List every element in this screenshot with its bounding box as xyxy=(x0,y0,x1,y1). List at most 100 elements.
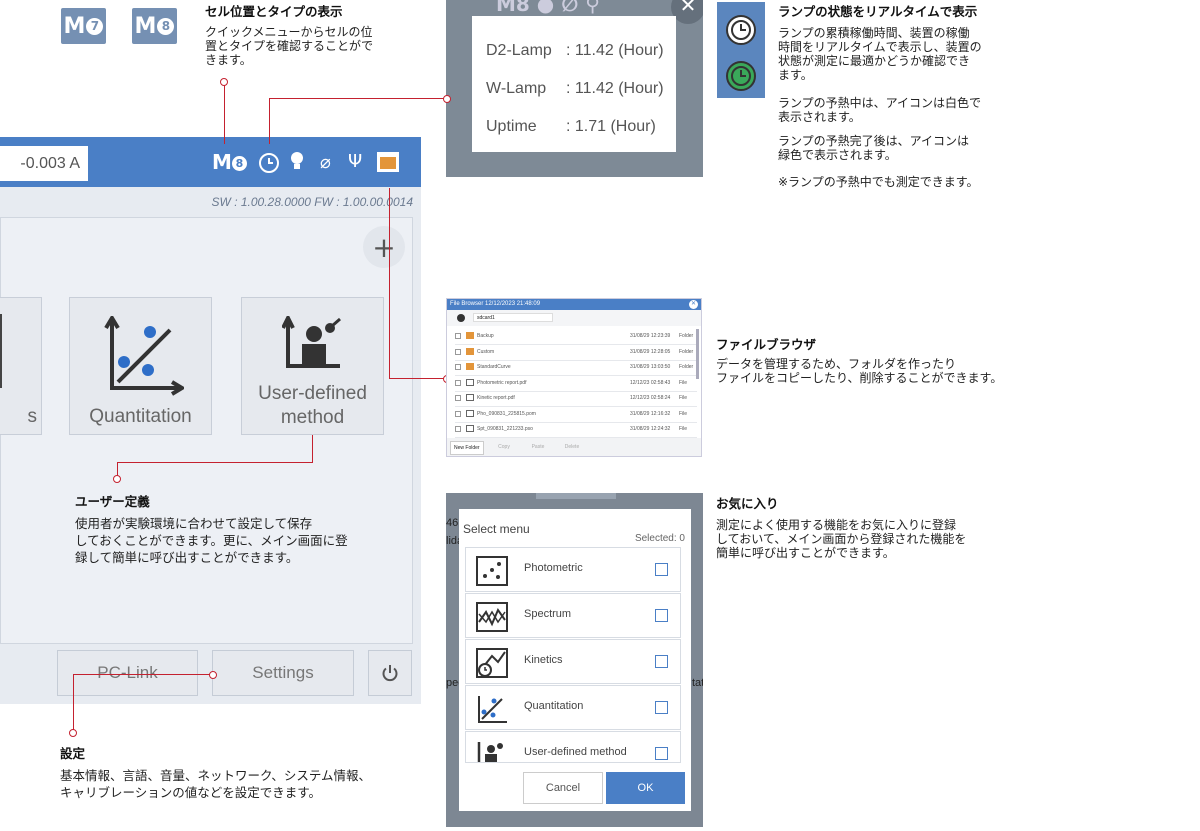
file-row[interactable]: Spt_090831_221233.pso 31/08/29 12:24:32 Fi… xyxy=(455,422,697,438)
favorite-item-kinetics[interactable]: Kinetics xyxy=(465,639,681,684)
file-name: Custom xyxy=(477,348,495,355)
file-type: File xyxy=(679,379,688,386)
file-row[interactable]: Custom 31/08/29 12:28:05 Folder xyxy=(455,345,697,361)
file-type: Folder xyxy=(679,333,694,339)
user-section-desc: 使用者が実験環境に合わせて設定して保存 しておくことができます。更に、メイン画面… xyxy=(75,516,348,565)
bg-tab xyxy=(536,493,616,499)
file-date: 12/12/23 02:58:24 xyxy=(630,395,671,401)
favorite-item-user-defined[interactable]: User-defined method xyxy=(465,731,681,763)
power-button[interactable] xyxy=(368,650,412,696)
lamp-clock-icon[interactable] xyxy=(258,152,280,174)
scrollbar[interactable] xyxy=(696,329,699,379)
callout-line-file-h xyxy=(389,378,445,379)
settings-section-desc: 基本情報、言語、音量、ネットワーク、システム情報、 キャリブレーションの値などを… xyxy=(60,768,372,800)
power-icon xyxy=(382,665,398,682)
ok-button[interactable]: OK xyxy=(606,772,685,804)
top-bar: -0.003 A M8 ⌀ Ψ xyxy=(0,137,421,187)
lamp-section-desc2: ランプの予熱中は、アイコンは白色で 表示されます。 xyxy=(778,96,982,124)
quantitation-checkbox[interactable] xyxy=(655,701,668,714)
callout-line-user-v2 xyxy=(117,462,118,476)
file-row[interactable]: Photometric report.pdf 12/12/23 02:58:43 F… xyxy=(455,376,697,392)
folder-icon xyxy=(466,347,474,355)
w-lamp-row: W-Lamp : 11.42 (Hour) xyxy=(486,80,664,97)
lamp-state-icons xyxy=(717,2,765,98)
lamp-ready-clock-icon xyxy=(726,61,756,91)
callout-line-lamp-v xyxy=(269,98,270,144)
tile-partial[interactable]: s xyxy=(0,297,42,435)
callout-dot-settings xyxy=(69,729,77,737)
lamp-status-popup: M8 ● ∅ ⚲ ✕ D2-Lamp : 11.42 (Hour) W-Lamp… xyxy=(446,0,703,177)
selected-count: Selected: 0 xyxy=(634,533,685,544)
favorite-item-quantitation[interactable]: Quantitation xyxy=(465,685,681,730)
bg-fragment-1: 46 xyxy=(446,517,459,529)
cell-section-title: セル位置とタイプの表示 xyxy=(205,4,343,19)
callout-dot-lamp xyxy=(443,95,451,103)
file-row-checkbox[interactable] xyxy=(455,379,461,386)
link-icon[interactable]: ⌀ xyxy=(320,152,331,173)
quantitation-small-icon xyxy=(478,696,507,723)
file-browser-window: File Browser 12/12/2023 21:48:09 ✕ sdcar… xyxy=(446,298,702,457)
file-browser-pathbar: sdcard1 xyxy=(447,310,701,326)
cell-m8-status-icon[interactable]: M8 xyxy=(212,150,247,174)
file-type: Folder xyxy=(679,348,694,355)
user-defined-label: User-defined method xyxy=(258,383,367,428)
cell-m7-icon: M7 M7 xyxy=(61,8,106,44)
fav-section-title: お気に入り xyxy=(716,496,779,511)
lightbulb-icon[interactable] xyxy=(289,151,305,173)
fav-section-desc: 測定によく使用する機能をお気に入りに登録 しておいて、メイン画面から登録された機… xyxy=(716,518,967,560)
file-icon xyxy=(466,394,474,401)
file-browser-icon[interactable] xyxy=(376,151,400,173)
delete-button[interactable]: Delete xyxy=(557,441,587,453)
file-row[interactable]: Backup 31/08/29 12:23:39 Folder xyxy=(455,329,697,345)
file-row[interactable]: Pho_090831_225815.pom 31/08/29 12:16:32 Fi… xyxy=(455,407,697,423)
tile-user-defined[interactable]: User-defined method xyxy=(241,297,384,435)
callout-dot-cell xyxy=(220,78,228,86)
cell-m8-icon: M8 M8 xyxy=(132,8,177,44)
pc-link-button[interactable]: PC-Link xyxy=(57,650,198,696)
file-browser-titlebar: File Browser 12/12/2023 21:48:09 ✕ xyxy=(447,299,701,310)
file-browser-close-icon[interactable]: ✕ xyxy=(689,300,698,309)
file-row-checkbox[interactable] xyxy=(455,410,461,417)
spectrum-checkbox[interactable] xyxy=(655,609,668,622)
file-row[interactable]: StandardCurve 31/08/29 13:03:50 Folder xyxy=(455,360,697,376)
select-menu-dialog: Select menu Selected: 0 Photometric Spec… xyxy=(459,509,691,811)
file-date: 31/08/29 12:24:32 xyxy=(630,426,671,432)
file-name: Kinetic report.pdf xyxy=(477,395,515,401)
add-favorite-button[interactable]: + xyxy=(363,226,405,268)
favorite-item-spectrum[interactable]: Spectrum xyxy=(465,593,681,638)
lamp-warming-clock-icon xyxy=(726,15,756,45)
tile-quantitation[interactable]: Quantitation xyxy=(69,297,212,435)
callout-line-settings-h xyxy=(73,674,213,675)
user-defined-checkbox[interactable] xyxy=(655,747,668,760)
tile-partial-icon xyxy=(0,314,2,388)
paste-button[interactable]: Paste xyxy=(523,441,553,453)
file-row[interactable]: Kinetic report.pdf 12/12/23 02:58:24 File xyxy=(455,391,697,407)
file-name: Spt_090831_221233.pso xyxy=(477,426,533,432)
file-row-checkbox[interactable] xyxy=(455,348,461,355)
back-icon[interactable] xyxy=(457,314,465,322)
dialog-title: Select menu xyxy=(463,522,530,536)
version-info: SW : 1.00.28.0000 FW : 1.00.00.0014 xyxy=(211,195,413,209)
photometric-checkbox[interactable] xyxy=(655,563,668,576)
file-date: 31/08/29 12:23:39 xyxy=(630,333,671,339)
file-icon xyxy=(466,425,474,432)
cancel-button[interactable]: Cancel xyxy=(523,772,603,804)
favorite-item-photometric[interactable]: Photometric xyxy=(465,547,681,592)
file-section-title: ファイルブラウザ xyxy=(716,337,817,352)
file-type: File xyxy=(679,395,688,401)
kinetics-checkbox[interactable] xyxy=(655,655,668,668)
settings-section-title: 設定 xyxy=(60,746,86,761)
file-row-checkbox[interactable] xyxy=(455,395,461,401)
file-date: 31/08/29 13:03:50 xyxy=(630,364,671,370)
new-folder-button[interactable]: New Folder xyxy=(450,441,484,455)
copy-button[interactable]: Copy xyxy=(489,441,519,453)
file-name: Backup xyxy=(477,333,494,339)
file-icon xyxy=(466,378,474,386)
popup-header-icons: M8 ● ∅ ⚲ xyxy=(496,0,600,16)
file-row-checkbox[interactable] xyxy=(455,364,461,370)
settings-button[interactable]: Settings xyxy=(212,650,354,696)
file-row-checkbox[interactable] xyxy=(455,333,461,339)
file-row-checkbox[interactable] xyxy=(455,426,461,432)
callout-line-file-v xyxy=(389,188,390,379)
usb-icon[interactable]: Ψ xyxy=(348,151,362,172)
